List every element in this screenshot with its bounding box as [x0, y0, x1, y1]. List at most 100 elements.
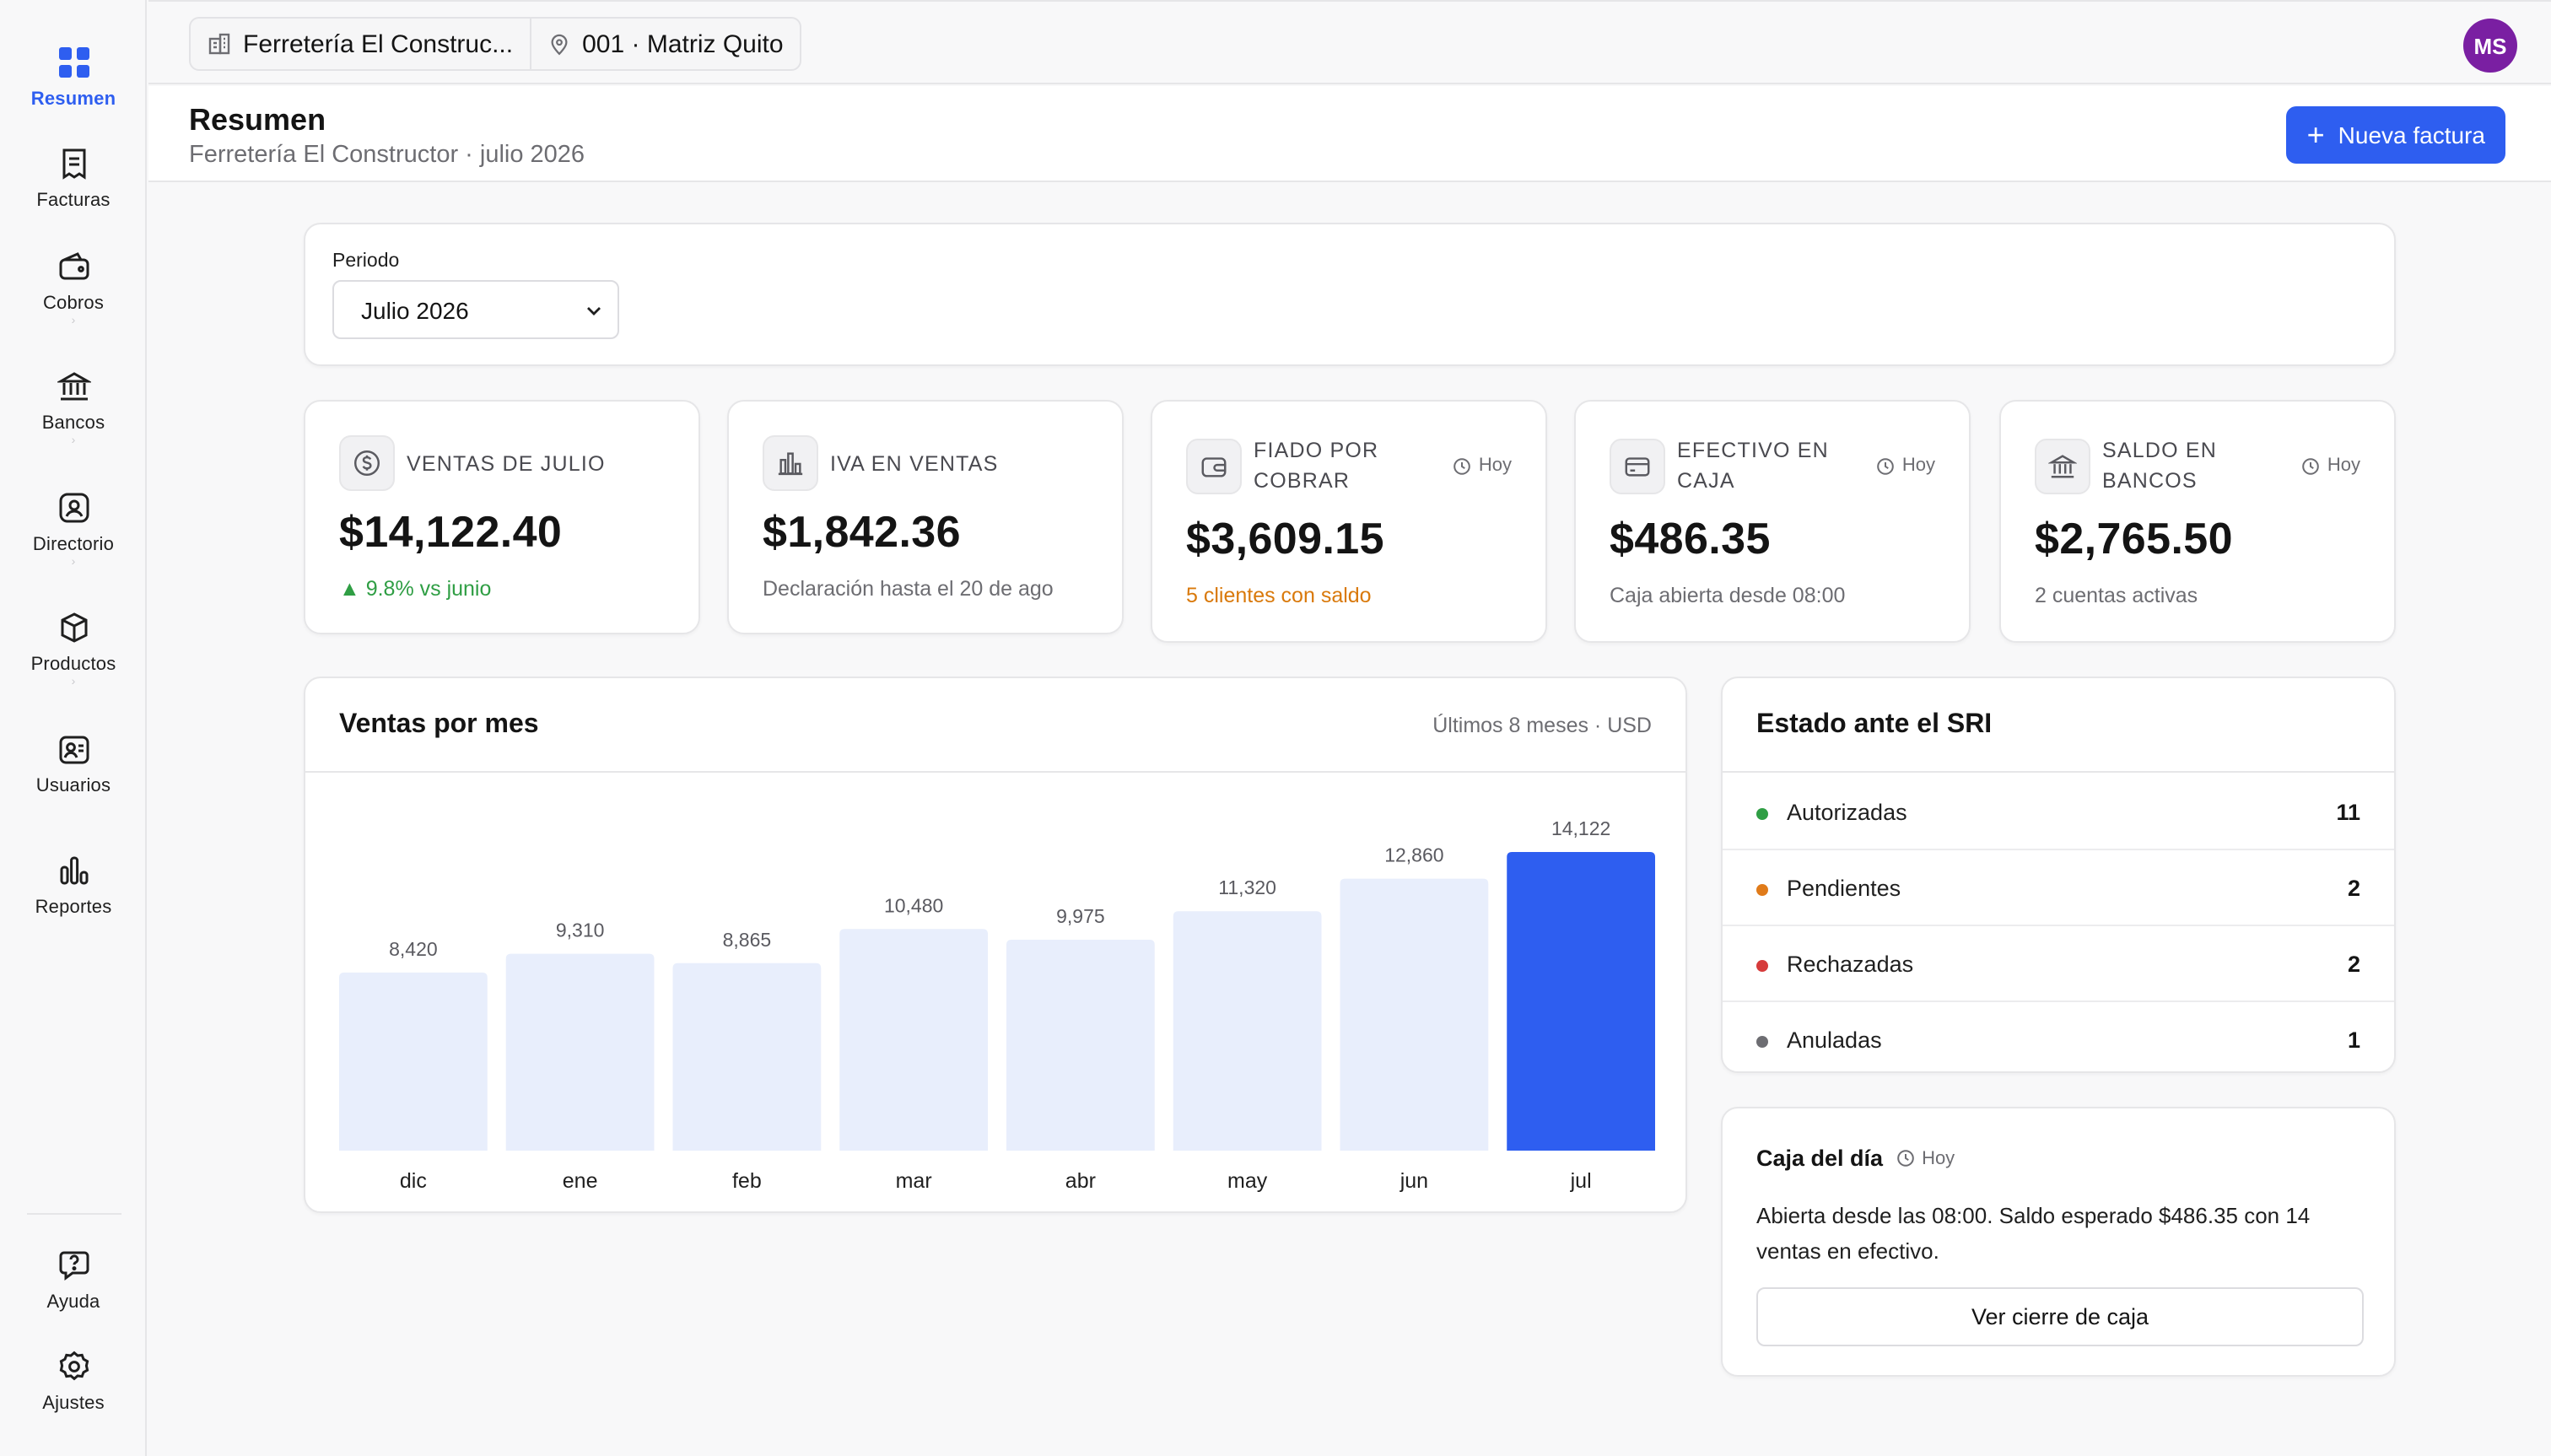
building-icon [208, 33, 230, 55]
kpi-title: EFECTIVO EN CAJA [1677, 439, 1829, 493]
sidebar-item-directorio[interactable]: Directorio › [0, 489, 147, 569]
sri-row-anuladas[interactable]: Anuladas 1 [1723, 1002, 2394, 1078]
period-select[interactable]: Julio 2026 [332, 280, 619, 339]
sidebar-item-label: Productos [30, 655, 116, 675]
avatar[interactable]: MS [2463, 19, 2517, 73]
sidebar-item-resumen[interactable]: Resumen [0, 44, 147, 110]
bar-chart-icon [55, 852, 92, 889]
bank-icon [55, 368, 92, 405]
sidebar-item-reportes[interactable]: Reportes [0, 852, 147, 918]
chevron-down-icon [587, 307, 601, 315]
x-tick-label: feb [732, 1169, 762, 1193]
kpi-title: FIADO POR COBRAR [1254, 439, 1379, 493]
x-tick-label: may [1227, 1169, 1268, 1193]
status-dot [1756, 884, 1768, 896]
gear-icon [55, 1348, 92, 1385]
clock-icon [1878, 457, 1895, 474]
sales-chart-meta: Últimos 8 meses · USD [1432, 714, 1652, 737]
sri-row-label: Anuladas [1787, 1027, 1882, 1053]
chevron-icon: › [71, 315, 76, 327]
kpi-value: $486.35 [1610, 513, 1771, 564]
bar-jul[interactable] [1507, 852, 1655, 1151]
page-title: Resumen [189, 103, 326, 137]
company-selector[interactable]: Ferretería El Construc... [191, 19, 530, 69]
contacts-icon [55, 489, 92, 526]
kpi-note: 5 clientes con saldo [1186, 584, 1372, 607]
chevron-icon: › [71, 677, 76, 688]
page-subtitle: Ferretería El Constructor · julio 2026 [189, 142, 585, 169]
sidebar-item-facturas[interactable]: Facturas [0, 145, 147, 211]
dollar-icon [339, 435, 395, 491]
sri-row-rechazadas[interactable]: Rechazadas 2 [1723, 926, 2394, 1002]
sidebar-item-label: Facturas [36, 191, 111, 211]
x-tick-label: mar [896, 1169, 932, 1193]
bar-abr[interactable] [1006, 939, 1155, 1151]
sidebar-item-usuarios[interactable]: Usuarios [0, 731, 147, 796]
sales-bar-chart: 8,420 dic 9,310 ene 8,865 feb 10,480 mar 9,975 ab… [339, 817, 1655, 1193]
clock-icon [1897, 1150, 1914, 1167]
sidebar-item-label: Directorio [32, 535, 115, 555]
caja-badge: Hoy [1896, 1148, 1955, 1168]
view-cash-close-button[interactable]: Ver cierre de caja [1756, 1287, 2364, 1346]
sidebar-item-cobros[interactable]: Cobros › [0, 248, 147, 327]
sales-chart-header: Ventas por mes Últimos 8 meses · USD [305, 678, 1685, 773]
context-switcher: Ferretería El Construc... 001 · Matriz Q… [189, 17, 802, 71]
x-tick-label: abr [1065, 1169, 1096, 1193]
kpi-card-efectivo: EFECTIVO EN CAJA Hoy $486.35 Caja abiert… [1574, 400, 1971, 643]
grid-icon [55, 44, 92, 81]
sri-row-count: 1 [2347, 1027, 2360, 1053]
x-tick-label: ene [563, 1169, 598, 1193]
sri-row-label: Pendientes [1787, 876, 1901, 901]
bank-icon [2035, 439, 2090, 494]
x-tick-label: jun [1400, 1169, 1428, 1193]
bar-dic[interactable] [339, 972, 488, 1151]
sidebar-item-label: Bancos [41, 413, 105, 434]
help-icon [55, 1247, 92, 1284]
plus-icon: + [2306, 118, 2325, 152]
branch-selector[interactable]: 001 · Matriz Quito [530, 19, 800, 69]
period-card: Periodo Julio 2026 [304, 223, 2396, 366]
sidebar-item-label: Cobros [42, 294, 105, 314]
kpi-badge: Hoy [1877, 456, 1935, 476]
bar-value-label: 14,122 [1551, 817, 1610, 839]
kpi-value: $3,609.15 [1186, 513, 1384, 564]
kpi-card-iva: IVA EN VENTAS $1,842.36 Declaración hast… [727, 400, 1124, 634]
bar-may[interactable] [1173, 911, 1322, 1151]
sidebar: Resumen Facturas Cobros › Bancos › Direc… [0, 0, 147, 1456]
sri-row-count: 11 [2336, 800, 2360, 825]
sales-chart-card: Ventas por mes Últimos 8 meses · USD 8,4… [304, 677, 1687, 1213]
sri-row-label: Rechazadas [1787, 952, 1914, 977]
sidebar-item-ajustes[interactable]: Ajustes [0, 1348, 147, 1414]
sri-status-header: Estado ante el SRI [1723, 678, 2394, 773]
sri-row-autorizadas[interactable]: Autorizadas 11 [1723, 774, 2394, 850]
sidebar-item-bancos[interactable]: Bancos › [0, 368, 147, 447]
new-invoice-label: Nueva factura [2338, 121, 2485, 148]
kpi-badge: Hoy [1453, 456, 1512, 476]
kpi-badge: Hoy [2302, 456, 2360, 476]
kpi-note: Caja abierta desde 08:00 [1610, 584, 1846, 607]
caja-title: Caja del día Hoy [1756, 1146, 1955, 1171]
sidebar-item-ayuda[interactable]: Ayuda [0, 1247, 147, 1313]
card-icon [1610, 439, 1665, 494]
caja-description: Abierta desde las 08:00. Saldo esperado … [1756, 1203, 2311, 1264]
bar-jun[interactable] [1340, 878, 1489, 1151]
sri-row-label: Autorizadas [1787, 800, 1907, 825]
bar-ene[interactable] [505, 953, 655, 1151]
bar-mar[interactable] [839, 929, 988, 1151]
topbar: Ferretería El Construc... 001 · Matriz Q… [148, 0, 2551, 84]
bar-feb[interactable] [672, 963, 822, 1151]
bar-value-label: 9,310 [556, 919, 605, 941]
company-name: Ferretería El Construc... [243, 30, 514, 58]
bar-value-label: 12,860 [1384, 844, 1443, 866]
bar-value-label: 10,480 [884, 894, 943, 916]
kpi-card-ventas: VENTAS DE JULIO $14,122.40 ▲ 9.8% vs jun… [304, 400, 700, 634]
new-invoice-button[interactable]: + Nueva factura [2286, 106, 2505, 164]
wallet-icon [1186, 439, 1242, 494]
status-dot [1756, 808, 1768, 820]
sidebar-item-label: Resumen [30, 89, 116, 110]
sri-row-pendientes[interactable]: Pendientes 2 [1723, 850, 2394, 926]
sidebar-item-label: Reportes [35, 898, 112, 918]
sidebar-item-productos[interactable]: Productos › [0, 609, 147, 688]
kpi-title: VENTAS DE JULIO [407, 452, 606, 476]
x-tick-label: jul [1570, 1169, 1592, 1193]
